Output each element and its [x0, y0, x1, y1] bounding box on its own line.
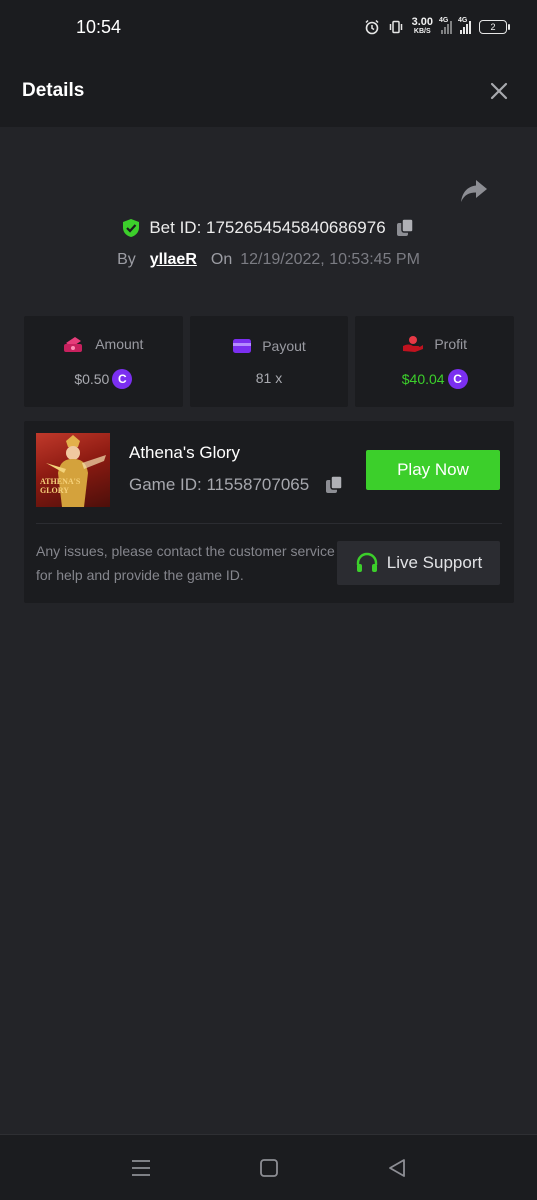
signal-icon-2: 4G	[458, 17, 471, 34]
support-message: Any issues, please contact the customer …	[36, 543, 335, 583]
game-id: Game ID: 11558707065	[129, 475, 310, 494]
net-speed-unit: KB/S	[413, 28, 431, 35]
bet-datetime: 12/19/2022, 10:53:45 PM	[240, 251, 420, 268]
details-header: Details	[0, 54, 537, 127]
share-button[interactable]	[459, 177, 489, 205]
profit-label: Profit	[434, 335, 468, 352]
share-icon	[461, 180, 487, 202]
username-link[interactable]: yllaeR	[150, 251, 197, 269]
battery-level: 2	[490, 22, 496, 32]
network-type-2: 4G	[458, 17, 468, 24]
status-icons: 3.00 KB/S 4G 4G 2	[364, 16, 510, 36]
cash-icon	[64, 336, 83, 352]
amount-card: Amount $0.50 C	[24, 316, 183, 407]
signal-icon-1: 4G	[439, 17, 452, 34]
battery-icon: 2	[479, 20, 510, 34]
back-triangle-icon	[388, 1158, 405, 1177]
status-bar: 10:54 3.00 KB/S 4G 4G 2	[0, 0, 537, 54]
verified-shield-icon	[123, 219, 140, 237]
payout-value: 81 x	[255, 369, 283, 386]
play-now-button[interactable]: Play Now	[366, 450, 500, 490]
alarm-icon	[365, 19, 379, 35]
system-nav-bar	[0, 1134, 537, 1200]
amount-value: $0.50	[74, 370, 110, 387]
payout-card: Payout 81 x	[189, 316, 349, 407]
bet-id: Bet ID: 1752654545840686976	[149, 218, 386, 237]
page-title: Details	[22, 79, 85, 101]
on-label: On	[210, 251, 233, 268]
card-icon	[233, 338, 252, 353]
game-name: Athena's Glory	[129, 443, 240, 462]
copy-icon[interactable]	[323, 474, 345, 496]
net-speed: 3.00 KB/S	[411, 16, 433, 36]
close-button[interactable]	[487, 79, 511, 103]
close-icon	[490, 82, 508, 99]
bet-meta-row: By yllaeR On 12/19/2022, 10:53:45 PM	[0, 247, 537, 273]
amount-label: Amount	[95, 335, 144, 352]
status-time: 10:54	[76, 16, 122, 37]
game-thumbnail-text: ATHENA'S GLORY	[40, 477, 81, 495]
vibrate-icon	[389, 20, 402, 34]
copy-icon[interactable]	[394, 217, 416, 239]
home-button[interactable]	[255, 1154, 283, 1182]
divider	[36, 523, 502, 524]
bet-stats: Amount $0.50 C Payout 81 x Profit $40.04…	[24, 316, 515, 407]
recent-apps-button[interactable]	[127, 1154, 155, 1182]
by-label: By	[117, 251, 136, 268]
menu-icon	[131, 1159, 150, 1176]
athena-figure-icon	[46, 435, 106, 507]
bet-id-row: Bet ID: 1752654545840686976	[0, 214, 537, 242]
headset-icon	[356, 552, 377, 572]
back-button[interactable]	[383, 1154, 411, 1182]
game-thumbnail[interactable]: ATHENA'S GLORY	[36, 433, 110, 507]
network-type-1: 4G	[439, 17, 449, 24]
game-id-row: Game ID: 11558707065	[129, 474, 345, 496]
profit-card: Profit $40.04 C	[355, 316, 515, 407]
coin-icon: C	[112, 368, 133, 389]
game-card: ATHENA'S GLORY Athena's Glory Game ID: 1…	[24, 421, 514, 603]
hand-coin-icon	[403, 335, 424, 352]
profit-value: $40.04	[401, 370, 445, 387]
square-icon	[259, 1158, 278, 1177]
payout-label: Payout	[262, 337, 306, 354]
live-support-button[interactable]: Live Support	[337, 541, 500, 585]
coin-icon: C	[447, 368, 468, 389]
live-support-label: Live Support	[386, 553, 483, 572]
net-speed-value: 3.00	[411, 16, 433, 28]
